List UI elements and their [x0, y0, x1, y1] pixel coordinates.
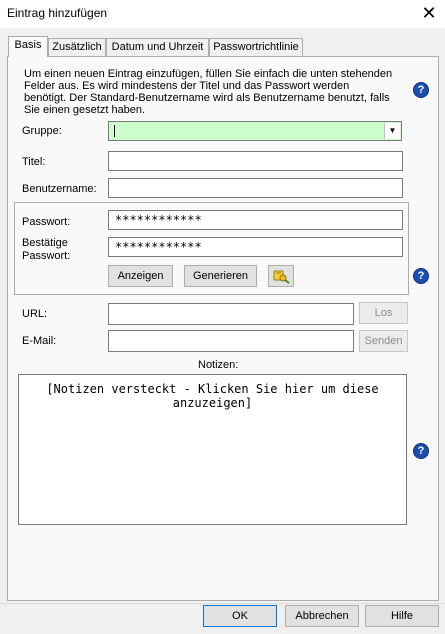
text-caret — [114, 125, 115, 137]
password-label: Passwort: — [22, 216, 71, 228]
tab-passwortrichtlinie[interactable]: Passwortrichtlinie — [209, 38, 303, 56]
show-password-button[interactable]: Anzeigen — [108, 265, 173, 287]
help-button[interactable]: Hilfe — [365, 605, 439, 627]
ok-button[interactable]: OK — [203, 605, 277, 627]
key-generator-icon — [273, 270, 290, 284]
title-input[interactable] — [108, 151, 403, 171]
divider — [0, 603, 445, 604]
tab-datum-uhrzeit[interactable]: Datum und Uhrzeit — [106, 38, 209, 56]
password-value: ************ — [115, 213, 202, 227]
help-icon[interactable]: ? — [413, 82, 429, 98]
group-combobox[interactable]: ▼ — [108, 121, 402, 141]
cancel-button[interactable]: Abbrechen — [285, 605, 359, 627]
password-generator-button[interactable] — [268, 265, 294, 287]
close-icon[interactable]: ✕ — [418, 2, 440, 24]
description-text: Um einen neuen Eintrag einzufügen, fülle… — [24, 68, 393, 116]
chevron-down-icon[interactable]: ▼ — [384, 123, 400, 139]
notes-area[interactable]: [Notizen versteckt - Klicken Sie hier um… — [18, 374, 407, 525]
username-label: Benutzername: — [22, 183, 97, 195]
window-title: Eintrag hinzufügen — [7, 6, 108, 20]
password-input[interactable]: ************ — [108, 210, 403, 230]
generate-password-button[interactable]: Generieren — [184, 265, 257, 287]
confirm-label-line2: Passwort: — [22, 250, 71, 262]
notes-hidden-placeholder[interactable]: [Notizen versteckt - Klicken Sie hier um… — [19, 382, 406, 410]
url-label: URL: — [22, 308, 48, 320]
username-input[interactable] — [108, 178, 403, 198]
go-button[interactable]: Los — [359, 302, 408, 324]
url-input[interactable] — [108, 303, 354, 325]
tab-basis[interactable]: Basis — [8, 36, 48, 57]
tab-zusaetzlich[interactable]: Zusätzlich — [48, 38, 106, 56]
notes-help-icon[interactable]: ? — [413, 443, 429, 459]
confirm-password-input[interactable]: ************ — [108, 237, 403, 257]
confirm-label-line1: Bestätige — [22, 237, 68, 249]
title-label: Titel: — [22, 156, 46, 168]
email-input[interactable] — [108, 330, 354, 352]
confirm-password-value: ************ — [115, 240, 202, 254]
notes-label: Notizen: — [198, 359, 239, 371]
send-button[interactable]: Senden — [359, 330, 408, 352]
password-help-icon[interactable]: ? — [413, 268, 429, 284]
email-label: E-Mail: — [22, 335, 57, 347]
group-label: Gruppe: — [22, 125, 62, 137]
